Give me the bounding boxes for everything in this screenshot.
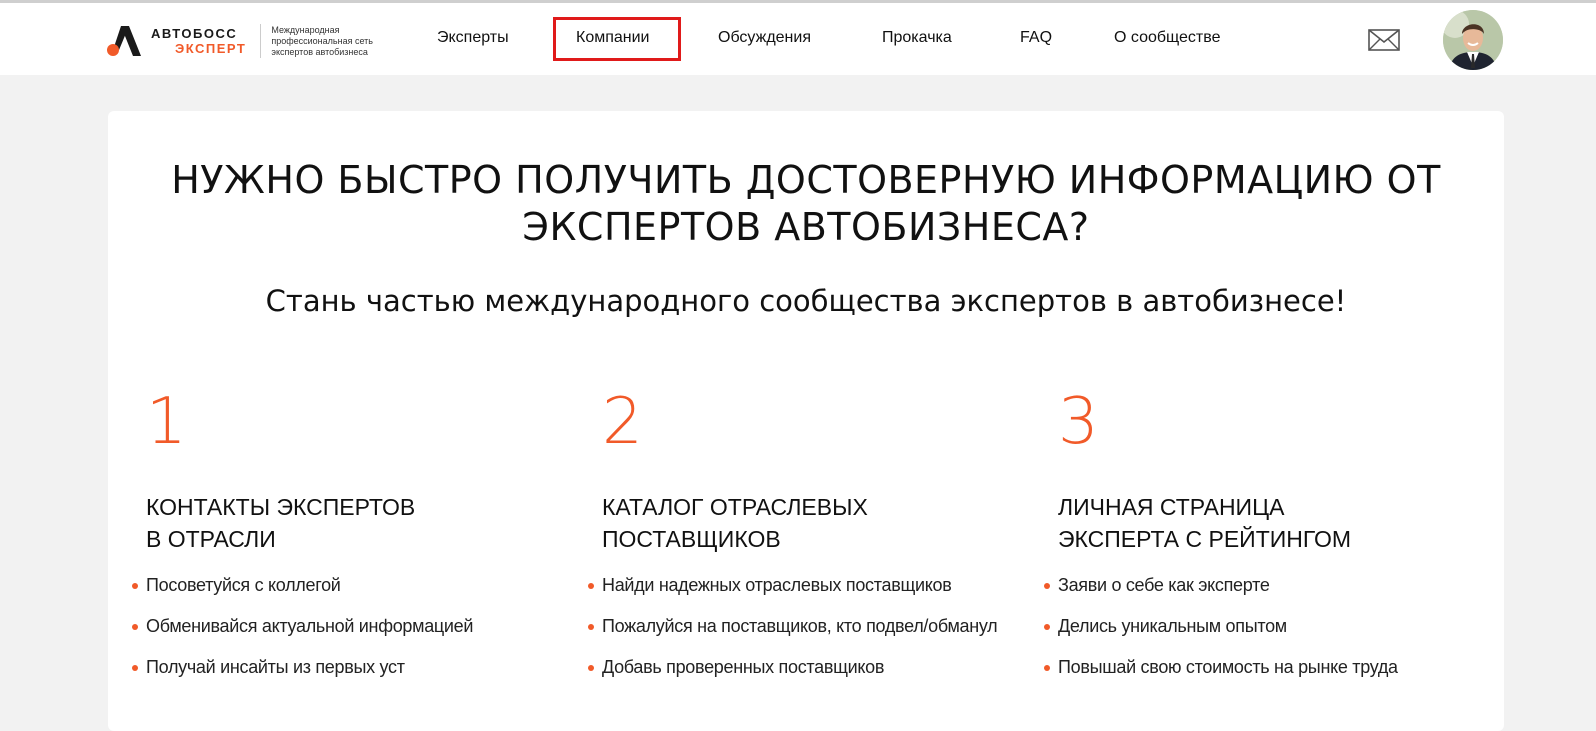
main-card: НУЖНО БЫСТРО ПОЛУЧИТЬ ДОСТОВЕРНУЮ ИНФОРМ… [108,111,1504,731]
list-item: Найди надежных отраслевых поставщиков [588,575,1042,595]
list-item: Делись уникальным опытом [1044,616,1498,636]
nav-item-discussions[interactable]: Обсуждения [718,29,811,47]
nav-item-experts[interactable]: Эксперты [437,29,509,47]
feature-title: Каталог отраслевых поставщиков [602,494,868,552]
hero-title: НУЖНО БЫСТРО ПОЛУЧИТЬ ДОСТОВЕРНУЮ ИНФОРМ… [171,158,1441,249]
list-item: Пожалуйся на поставщиков, кто подвел/обм… [588,616,1042,636]
nav-item-faq[interactable]: FAQ [1020,29,1052,47]
user-avatar[interactable] [1443,10,1503,70]
feature-bullets: Найди надежных отраслевых поставщиков По… [588,575,1042,677]
avatar-photo-icon [1443,10,1503,70]
feature-column-suppliers: 2 Каталог отраслевых поставщиков Найди н… [588,385,1042,698]
feature-bullets: Посоветуйся с коллегой Обменивайся актуа… [132,575,586,677]
nav-item-about[interactable]: О сообществе [1114,29,1220,47]
nav-item-companies[interactable]: Компании [576,29,650,47]
list-item: Обменивайся актуальной информацией [132,616,586,636]
list-item: Повышай свою стоимость на рынке труда [1044,657,1498,677]
hero-subtitle: Стань частью международного сообщества э… [265,284,1347,318]
feature-bullets: Заяви о себе как эксперте Делись уникаль… [1044,575,1498,677]
list-item: Получай инсайты из первых уст [132,657,586,677]
mail-icon[interactable] [1368,29,1400,51]
feature-column-contacts: 1 Контакты экспертов в отрасли Посоветуй… [132,385,586,698]
feature-title: Личная страница эксперта с рейтингом [1058,494,1352,552]
feature-title: Контакты экспертов в отрасли [146,494,416,552]
main-nav: Эксперты Компании Обсуждения Прокачка FA… [0,3,1596,75]
feature-number: 2 [602,385,643,459]
feature-number: 3 [1058,385,1099,459]
feature-column-profile: 3 Личная страница эксперта с рейтингом З… [1044,385,1498,698]
nav-item-upgrade[interactable]: Прокачка [882,29,952,47]
list-item: Добавь проверенных поставщиков [588,657,1042,677]
feature-number: 1 [146,385,187,459]
site-header: АВТОБОСС ЭКСПЕРТ Международная профессио… [0,3,1596,75]
list-item: Посоветуйся с коллегой [132,575,586,595]
list-item: Заяви о себе как эксперте [1044,575,1498,595]
